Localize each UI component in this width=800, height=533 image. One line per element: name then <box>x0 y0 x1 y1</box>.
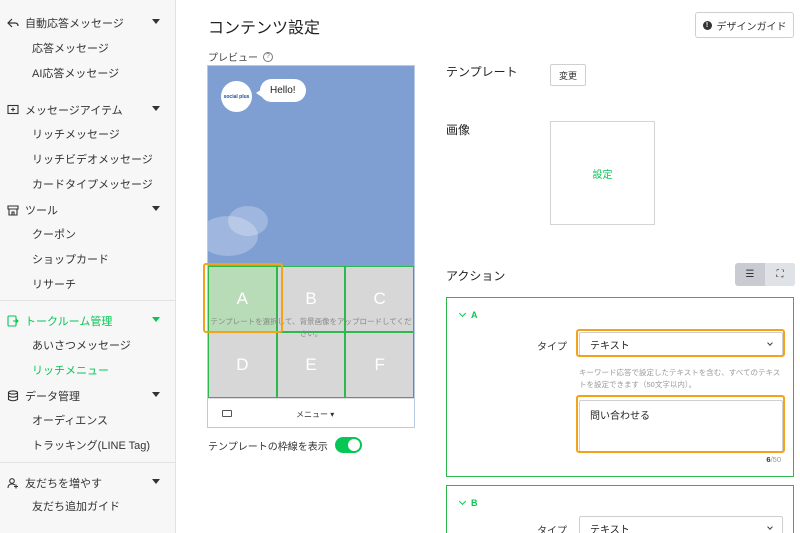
chevron-down-icon <box>152 317 160 322</box>
sidebar: 自動応答メッセージ 応答メッセージ AI応答メッセージ メッセージアイテム リッ… <box>0 0 176 533</box>
sidebar-section-label: ツール <box>25 204 58 217</box>
action-a-text-input[interactable]: 問い合わせる <box>579 400 783 452</box>
chevron-down-icon <box>458 497 467 506</box>
sidebar-item-audience[interactable]: オーディエンス <box>32 409 108 431</box>
sidebar-item-reply-message[interactable]: 応答メッセージ <box>32 37 109 59</box>
sidebar-section-label: メッセージアイテム <box>25 104 123 117</box>
message-plus-icon <box>7 104 19 116</box>
sidebar-item-ai-reply[interactable]: AI応答メッセージ <box>32 62 119 84</box>
sidebar-section-label: トークルーム管理 <box>25 315 113 328</box>
action-a-type-select[interactable]: テキスト <box>579 332 783 356</box>
sidebar-item-rich-video-message[interactable]: リッチビデオメッセージ <box>32 148 153 170</box>
action-a-help-text: キーワード応答で設定したテキストを含む、すべてのテキストを設定できます（50文字… <box>579 368 781 389</box>
sidebar-divider <box>0 462 176 463</box>
chevron-down-icon <box>152 19 160 24</box>
preview-label: プレビュー <box>208 53 258 64</box>
expand-view-icon[interactable]: ⛶ <box>765 263 795 286</box>
sidebar-section-add-friends[interactable]: 友だちを増やす <box>0 470 176 495</box>
sidebar-item-coupon[interactable]: クーポン <box>32 223 76 245</box>
template-hint: テンプレートを選択して、背景画像をアップロードしてください。 <box>210 317 412 338</box>
change-template-button[interactable]: 変更 <box>550 64 586 86</box>
type-select-value: テキスト <box>590 524 630 533</box>
action-b-name: B <box>471 498 478 508</box>
sidebar-item-rich-menu[interactable]: リッチメニュー <box>32 359 109 381</box>
action-label: アクション <box>446 269 506 283</box>
chevron-down-icon <box>152 106 160 111</box>
add-friend-icon <box>7 477 19 489</box>
image-label: 画像 <box>446 123 471 137</box>
chat-menu-bar: メニュー ▾ <box>208 398 414 427</box>
type-select-value: テキスト <box>590 340 630 352</box>
rich-menu-preview: social plus Hello! A B C D E F テンプレートを選択… <box>207 65 415 428</box>
design-guide-label: デザインガイド <box>716 21 787 33</box>
sidebar-section-label: 自動応答メッセージ <box>25 17 124 30</box>
chevron-down-icon <box>152 392 160 397</box>
sidebar-section-data-management[interactable]: データ管理 <box>0 383 176 408</box>
chatroom-icon <box>7 314 19 327</box>
chevron-down-icon <box>152 206 160 211</box>
action-a-header[interactable]: A <box>458 309 478 320</box>
sidebar-section-label: データ管理 <box>25 390 80 403</box>
view-mode-toggle: ☰ ⛶ <box>735 263 795 286</box>
action-a-name: A <box>471 310 478 320</box>
page-title: コンテンツ設定 <box>208 20 321 37</box>
info-icon: ! <box>702 20 712 30</box>
type-label: タイプ <box>537 342 567 353</box>
menu-cell-f[interactable]: F <box>345 332 414 398</box>
chevron-down-icon <box>767 524 773 530</box>
image-upload-box[interactable]: 設定 <box>550 121 655 225</box>
action-b-type-select[interactable]: テキスト <box>579 516 783 533</box>
sidebar-section-label: 友だちを増やす <box>25 477 102 490</box>
frame-toggle-switch[interactable] <box>335 437 362 453</box>
action-panel-b: B タイプ テキスト <box>446 485 794 533</box>
keyboard-icon[interactable] <box>222 410 232 417</box>
preview-heading: プレビュー ? <box>208 49 273 64</box>
menu-cell-e[interactable]: E <box>276 332 346 398</box>
sidebar-divider <box>0 300 176 301</box>
char-max: /50 <box>770 455 781 464</box>
sidebar-item-card-message[interactable]: カードタイプメッセージ <box>32 173 153 195</box>
sidebar-item-greeting-message[interactable]: あいさつメッセージ <box>32 334 131 356</box>
sidebar-item-friend-guide[interactable]: 友だち追加ガイド <box>32 495 120 517</box>
list-view-icon[interactable]: ☰ <box>735 263 765 286</box>
sidebar-section-message-items[interactable]: メッセージアイテム <box>0 97 176 122</box>
type-label: タイプ <box>537 526 567 533</box>
sidebar-item-research[interactable]: リサーチ <box>32 273 76 295</box>
chevron-down-icon <box>152 479 160 484</box>
sidebar-item-rich-message[interactable]: リッチメッセージ <box>32 123 120 145</box>
avatar: social plus <box>221 81 252 112</box>
frame-toggle-label: テンプレートの枠線を表示 <box>208 442 328 453</box>
background-cloud <box>228 206 268 236</box>
database-icon <box>7 389 19 402</box>
char-counter: 6/50 <box>766 455 781 464</box>
reply-icon <box>7 17 19 29</box>
action-panel-a: A タイプ テキスト キーワード応答で設定したテキストを含む、すべてのテキストを… <box>446 297 794 477</box>
template-label: テンプレート <box>446 65 518 79</box>
sidebar-section-talk-room[interactable]: トークルーム管理 <box>0 308 176 333</box>
chevron-down-icon <box>458 309 467 318</box>
sidebar-section-tools[interactable]: ツール <box>0 197 176 222</box>
sidebar-item-shop-card[interactable]: ショップカード <box>32 248 109 270</box>
toggle-knob <box>348 439 360 451</box>
sidebar-section-auto-reply[interactable]: 自動応答メッセージ <box>0 10 176 35</box>
action-b-header[interactable]: B <box>458 497 478 508</box>
menu-toggle-label[interactable]: メニュー ▾ <box>296 409 334 420</box>
chevron-down-icon <box>767 340 773 346</box>
help-icon[interactable]: ? <box>263 51 273 62</box>
chat-bubble: Hello! <box>256 79 306 102</box>
menu-cell-d[interactable]: D <box>208 332 277 398</box>
sidebar-item-tracking[interactable]: トラッキング(LINE Tag) <box>32 434 150 456</box>
store-icon <box>7 204 19 216</box>
design-guide-button[interactable]: ! デザインガイド <box>695 12 794 38</box>
